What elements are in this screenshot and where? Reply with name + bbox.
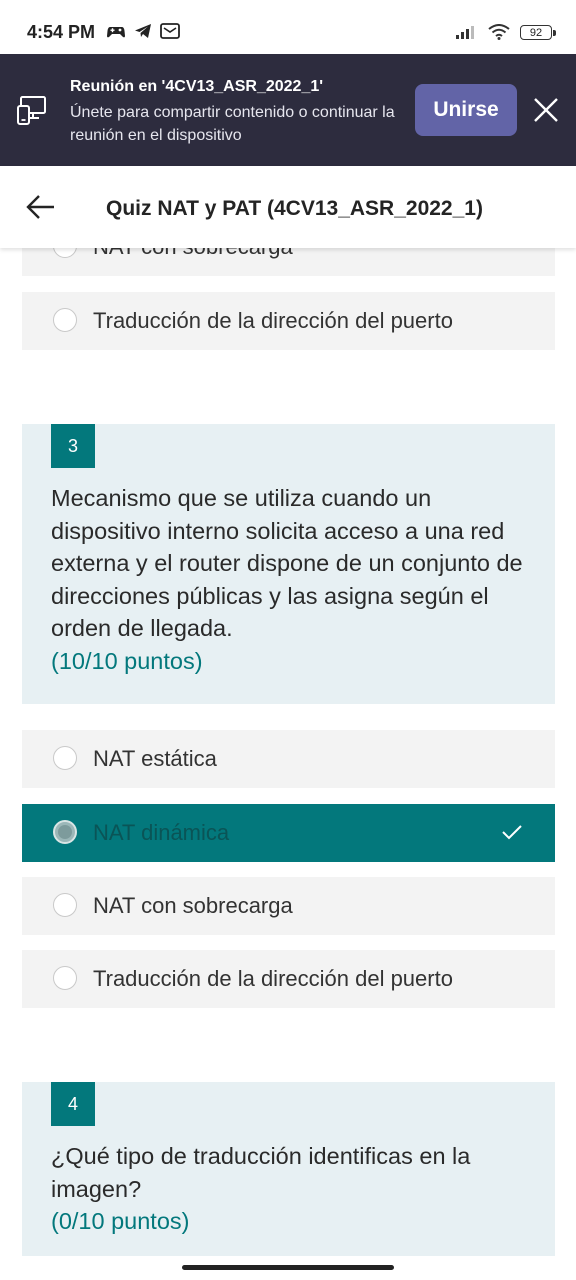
notification-icons: [106, 23, 180, 39]
option-label: Traducción de la dirección del puerto: [93, 308, 453, 333]
message-icon: [160, 23, 180, 39]
telegram-icon: [135, 24, 151, 38]
radio-button[interactable]: [53, 248, 77, 258]
option-q3-nat-sobrecarga[interactable]: NAT con sobrecarga: [22, 877, 555, 935]
option-q2-nat-sobrecarga[interactable]: NAT con sobrecarga: [22, 248, 555, 276]
check-icon: [502, 825, 522, 840]
page-title: Quiz NAT y PAT (4CV13_ASR_2022_1): [106, 197, 483, 220]
join-button[interactable]: Unirse: [415, 84, 517, 136]
question-points: (0/10 puntos): [51, 1208, 190, 1234]
question-prompt: ¿Qué tipo de traducción identificas en l…: [51, 1143, 471, 1202]
question-card-4: 4 ¿Qué tipo de traducción identificas en…: [22, 1082, 555, 1256]
question-number: 4: [51, 1082, 95, 1126]
back-arrow-icon[interactable]: [26, 194, 56, 220]
question-prompt: Mecanismo que se utiliza cuando un dispo…: [51, 485, 523, 641]
question-text: ¿Qué tipo de traducción identificas en l…: [51, 1140, 531, 1238]
system-icons: 92: [456, 24, 556, 40]
status-bar: 4:54 PM 92: [0, 0, 576, 54]
radio-button-selected[interactable]: [53, 820, 77, 844]
option-label: NAT con sobrecarga: [93, 248, 293, 260]
banner-title: Reunión en '4CV13_ASR_2022_1': [70, 78, 324, 95]
radio-button[interactable]: [53, 308, 77, 332]
question-number: 3: [51, 424, 95, 468]
signal-icon: [456, 26, 474, 39]
option-q3-nat-dinamica[interactable]: NAT dinámica: [22, 804, 555, 862]
banner-subtitle: Únete para compartir contenido o continu…: [70, 104, 395, 144]
option-q3-traduccion-puerto[interactable]: Traducción de la dirección del puerto: [22, 950, 555, 1008]
game-controller-icon: [107, 27, 125, 38]
question-card-3: 3 Mecanismo que se utiliza cuando un dis…: [22, 424, 555, 704]
wifi-icon: [488, 24, 510, 40]
quiz-content[interactable]: NAT con sobrecarga Traducción de la dire…: [0, 248, 576, 1280]
option-label: NAT con sobrecarga: [93, 893, 293, 918]
radio-button[interactable]: [53, 746, 77, 770]
question-text: Mecanismo que se utiliza cuando un dispo…: [51, 482, 531, 677]
option-q2-traduccion-puerto[interactable]: Traducción de la dirección del puerto: [22, 292, 555, 350]
question-points: (10/10 puntos): [51, 647, 203, 674]
device-share-icon: [17, 96, 46, 125]
app-header: Quiz NAT y PAT (4CV13_ASR_2022_1): [0, 166, 576, 248]
status-time: 4:54 PM: [27, 22, 96, 42]
option-label: Traducción de la dirección del puerto: [93, 966, 453, 991]
option-label: NAT estática: [93, 746, 217, 771]
meeting-banner: Reunión en '4CV13_ASR_2022_1' Únete para…: [0, 54, 576, 166]
battery-icon: 92: [520, 24, 556, 40]
radio-button[interactable]: [53, 966, 77, 990]
option-q3-nat-estatica[interactable]: NAT estática: [22, 730, 555, 788]
option-label: NAT dinámica: [93, 820, 230, 845]
radio-button[interactable]: [53, 893, 77, 917]
home-indicator[interactable]: [182, 1265, 394, 1270]
close-icon[interactable]: [532, 96, 560, 124]
